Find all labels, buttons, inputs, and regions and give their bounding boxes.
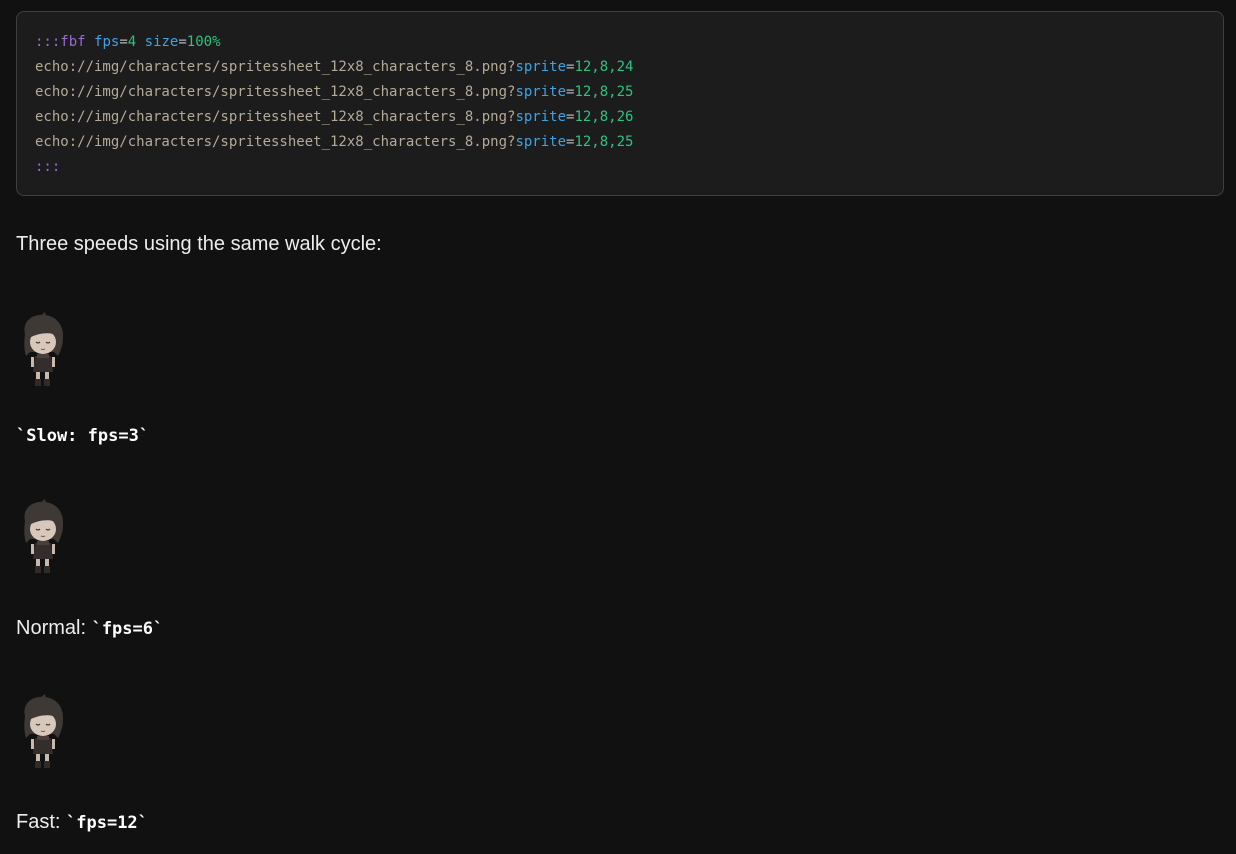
frame-url: echo://img/characters/spritessheet_12x8_…	[35, 84, 516, 100]
speed-normal-label: Normal:	[16, 617, 92, 639]
directive-name: fbf	[60, 34, 86, 50]
frame-key: sprite	[515, 84, 567, 100]
character-sprite	[24, 312, 64, 386]
fence-marker: :::	[35, 34, 61, 50]
speed-normal-line: Normal: `fps=6`	[16, 617, 163, 640]
code-line-frame: echo://img/characters/spritessheet_12x8_…	[35, 134, 634, 150]
frame-value: 12,8,26	[574, 109, 634, 125]
speed-slow-code: `Slow: fps=3`	[16, 426, 150, 446]
frame-url: echo://img/characters/spritessheet_12x8_…	[35, 134, 516, 150]
intro-text: Three speeds using the same walk cycle:	[16, 233, 382, 255]
code-line-frame: echo://img/characters/spritessheet_12x8_…	[35, 84, 634, 100]
code-line-frame: echo://img/characters/spritessheet_12x8_…	[35, 109, 634, 125]
speed-fast-code: `fps=12`	[66, 813, 148, 833]
frame-value: 12,8,25	[574, 84, 634, 100]
code-line-close: :::	[35, 155, 1205, 180]
frame-value: 12,8,24	[574, 59, 634, 75]
param-value: 4	[127, 34, 137, 50]
frame-value: 12,8,25	[574, 134, 634, 150]
speed-fast-line: Fast: `fps=12`	[16, 811, 148, 834]
character-sprite	[24, 499, 64, 573]
frame-key: sprite	[515, 59, 567, 75]
speed-slow-line: `Slow: fps=3`	[16, 424, 149, 447]
speed-normal-code: `fps=6`	[91, 619, 164, 639]
param-value: 100%	[186, 34, 221, 50]
frame-key: sprite	[515, 109, 567, 125]
fence-marker: :::	[35, 159, 61, 175]
code-block: :::fbf fps=4 size=100% echo://img/charac…	[16, 11, 1224, 196]
code-line-frame: echo://img/characters/spritessheet_12x8_…	[35, 59, 634, 75]
param-key: size	[144, 34, 179, 50]
frame-url: echo://img/characters/spritessheet_12x8_…	[35, 59, 516, 75]
character-sprite	[24, 694, 64, 768]
code-line-open: :::fbf fps=4 size=100%	[35, 34, 221, 50]
frame-url: echo://img/characters/spritessheet_12x8_…	[35, 109, 516, 125]
speed-fast-label: Fast:	[16, 811, 67, 833]
param-key: fps	[94, 34, 120, 50]
frame-key: sprite	[515, 134, 567, 150]
